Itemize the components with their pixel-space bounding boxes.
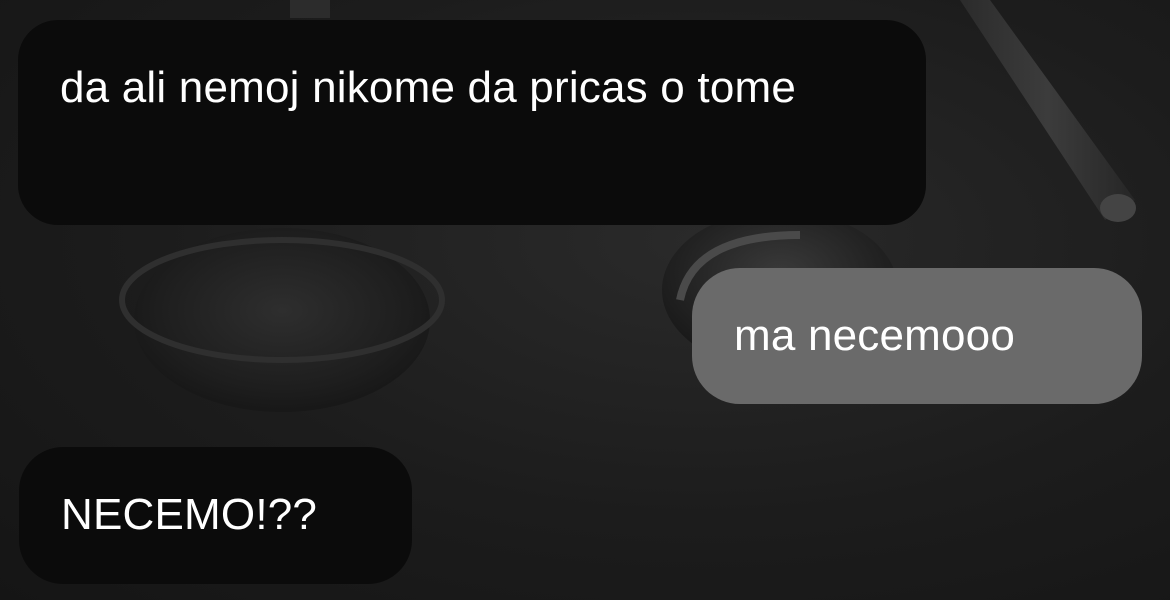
message-bubble-received[interactable]: NECEMO!?? — [19, 447, 412, 584]
message-text: ma necemooo — [734, 311, 1016, 360]
message-bubble-sent[interactable]: ma necemooo — [692, 268, 1142, 404]
message-text: NECEMO!?? — [61, 490, 318, 539]
message-text: da ali nemoj nikome da pricas o tome — [60, 63, 797, 112]
earbud-stem-shape — [960, 0, 1135, 220]
message-bubble-received[interactable]: da ali nemoj nikome da pricas o tome — [18, 20, 926, 225]
